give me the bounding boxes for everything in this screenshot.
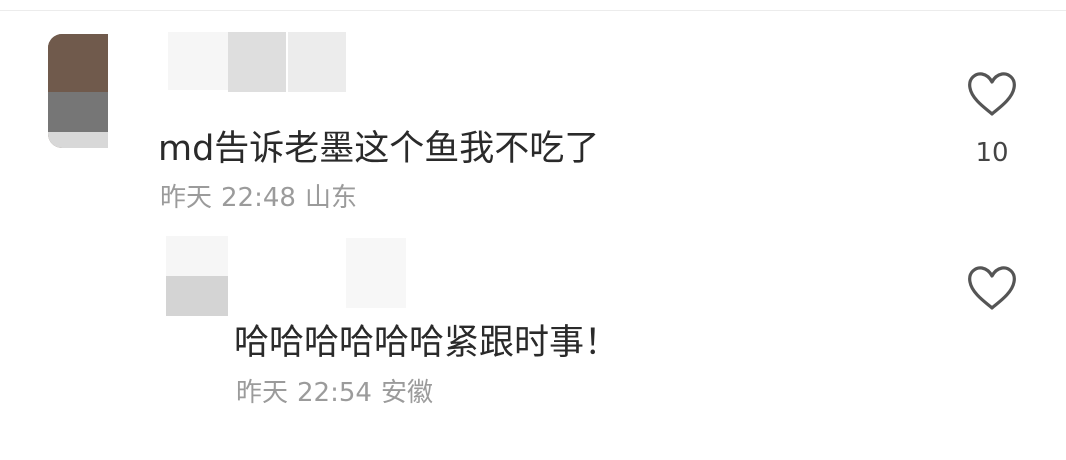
avatar[interactable] bbox=[48, 34, 108, 148]
comment-text: md告诉老墨这个鱼我不吃了 bbox=[158, 129, 600, 169]
redaction-block bbox=[228, 32, 286, 92]
redaction-block bbox=[288, 32, 346, 92]
comment-location: 山东 bbox=[304, 183, 357, 213]
divider bbox=[0, 10, 1066, 11]
comment-meta: 昨天 22:48 山东 bbox=[160, 185, 357, 211]
comment-time: 22:48 bbox=[221, 183, 296, 213]
heart-outline-icon bbox=[968, 266, 1016, 310]
redaction-block bbox=[168, 32, 228, 90]
redaction-block bbox=[166, 276, 228, 316]
like-button[interactable] bbox=[964, 68, 1020, 124]
like-button[interactable] bbox=[964, 262, 1020, 318]
comment-date: 昨天 bbox=[160, 183, 213, 213]
reply-meta: 昨天 22:54 安徽 bbox=[236, 380, 433, 406]
reply-text: 哈哈哈哈哈哈紧跟时事！ bbox=[234, 323, 620, 363]
redaction-block bbox=[166, 236, 228, 280]
like-count: 10 bbox=[975, 138, 1009, 168]
comment-section: md告诉老墨这个鱼我不吃了 昨天 22:48 山东 10 哈哈哈哈哈哈紧跟时事！ 昨… bbox=[0, 0, 1066, 460]
reply-location: 安徽 bbox=[380, 378, 433, 408]
redaction-block bbox=[346, 238, 406, 308]
reply-date: 昨天 bbox=[236, 378, 289, 408]
heart-outline-icon bbox=[968, 72, 1016, 116]
reply-time: 22:54 bbox=[297, 378, 372, 408]
